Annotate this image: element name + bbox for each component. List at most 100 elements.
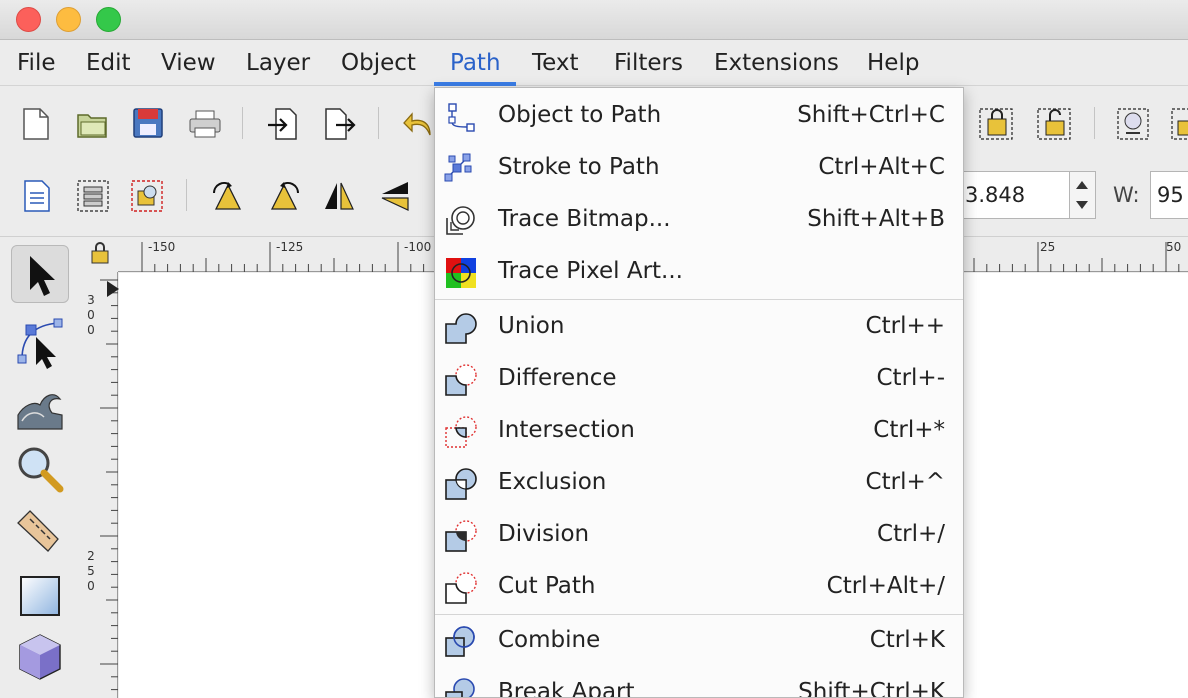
active-menu-indicator — [434, 82, 516, 86]
window-minimize-button[interactable] — [56, 7, 81, 32]
open-folder-icon[interactable] — [76, 109, 110, 139]
menu-item-shortcut: Ctrl+K — [869, 627, 945, 653]
menu-help[interactable]: Help — [867, 50, 919, 76]
object-to-path-icon — [448, 103, 475, 132]
menu-path[interactable]: Path — [450, 50, 501, 76]
select-all-icon[interactable] — [22, 179, 52, 213]
lock-guides-icon[interactable] — [88, 240, 112, 266]
page-corner-marker-icon — [107, 281, 119, 297]
rotate-ccw-icon[interactable] — [210, 179, 246, 213]
width-label: W: — [1113, 183, 1140, 207]
ruler-label: 5 — [87, 564, 95, 578]
object-properties-icon[interactable] — [1116, 107, 1150, 141]
y-coordinate-input[interactable]: 3.848 — [958, 171, 1070, 219]
menu-item-union[interactable]: Union Ctrl++ — [435, 301, 963, 353]
3d-box-tool-icon[interactable] — [14, 633, 66, 683]
menu-item-label: Trace Pixel Art... — [498, 258, 683, 284]
menu-item-difference[interactable]: Difference Ctrl+- — [435, 353, 963, 405]
y-coordinate-spinner[interactable] — [1070, 171, 1096, 219]
menu-item-label: Union — [498, 313, 565, 339]
menu-item-combine[interactable]: Combine Ctrl+K — [435, 615, 963, 667]
rotate-cw-icon[interactable] — [266, 179, 302, 213]
menu-item-trace-bitmap[interactable]: Trace Bitmap... Shift+Alt+B — [435, 194, 963, 246]
menu-object[interactable]: Object — [341, 50, 416, 76]
arrow-pointer-icon — [30, 256, 55, 296]
flip-vertical-icon[interactable] — [378, 179, 412, 213]
undo-icon[interactable] — [402, 109, 434, 139]
union-icon — [445, 313, 477, 344]
intersection-icon — [445, 416, 477, 448]
select-all-layers-icon[interactable] — [76, 179, 110, 213]
width-input[interactable]: 95 — [1150, 171, 1188, 219]
ruler-label: -150 — [148, 240, 176, 254]
menu-edit[interactable]: Edit — [86, 50, 131, 76]
menu-separator — [435, 299, 963, 300]
save-icon[interactable] — [132, 107, 164, 139]
ruler-label: 0 — [87, 308, 95, 322]
menu-item-label: Stroke to Path — [498, 154, 660, 180]
menu-extensions[interactable]: Extensions — [714, 50, 839, 76]
ruler-label: 50 — [1166, 240, 1182, 254]
ruler-label: 25 — [1040, 240, 1056, 254]
trace-pixel-art-icon — [446, 258, 476, 288]
combine-icon — [445, 626, 475, 657]
menu-item-label: Exclusion — [498, 469, 607, 495]
ruler-label: 0 — [87, 323, 95, 337]
measure-tool-icon[interactable] — [14, 507, 66, 557]
stroke-to-path-icon — [444, 153, 472, 182]
toolbar-separator — [378, 107, 379, 139]
node-tool-icon[interactable] — [14, 317, 66, 369]
menu-item-shortcut: Ctrl+Alt+/ — [826, 573, 945, 599]
path-menu-dropdown: Object to Path Shift+Ctrl+C Stroke to Pa… — [434, 87, 964, 698]
ruler-label: 2 — [87, 549, 95, 563]
ruler-label: 3 — [87, 293, 95, 307]
menu-text[interactable]: Text — [532, 50, 579, 76]
menu-item-object-to-path[interactable]: Object to Path Shift+Ctrl+C — [435, 90, 963, 142]
menu-item-shortcut: Ctrl+^ — [865, 469, 945, 495]
deselect-icon[interactable] — [130, 179, 164, 213]
window-titlebar — [0, 0, 1188, 40]
export-icon[interactable] — [322, 107, 356, 141]
zoom-tool-icon[interactable] — [14, 443, 66, 495]
menu-layer[interactable]: Layer — [246, 50, 310, 76]
spinner-arrows-icon — [1076, 181, 1088, 209]
menu-item-shortcut: Ctrl+/ — [877, 521, 945, 547]
menu-item-intersection[interactable]: Intersection Ctrl+* — [435, 405, 963, 457]
toolbar-separator — [1094, 107, 1095, 139]
selector-tool[interactable] — [11, 245, 69, 303]
menu-item-trace-pixel-art[interactable]: Trace Pixel Art... — [435, 246, 963, 298]
window-close-button[interactable] — [16, 7, 41, 32]
ungroup-icon[interactable] — [1036, 107, 1072, 141]
menu-item-stroke-to-path[interactable]: Stroke to Path Ctrl+Alt+C — [435, 142, 963, 194]
trace-bitmap-icon — [446, 206, 475, 235]
window-zoom-button[interactable] — [96, 7, 121, 32]
menu-item-label: Break Apart — [498, 679, 635, 698]
menu-item-shortcut: Shift+Ctrl+C — [797, 102, 945, 128]
new-document-icon[interactable] — [20, 107, 52, 141]
menu-item-exclusion[interactable]: Exclusion Ctrl+^ — [435, 457, 963, 509]
menu-item-shortcut: Ctrl+- — [876, 365, 946, 391]
break-apart-icon — [445, 678, 475, 697]
menu-item-label: Combine — [498, 627, 601, 653]
cut-path-icon — [445, 572, 477, 604]
print-icon[interactable] — [188, 109, 222, 139]
menu-item-shortcut: Shift+Ctrl+K — [798, 679, 945, 698]
tweak-tool-icon[interactable] — [14, 381, 66, 431]
menu-filters[interactable]: Filters — [614, 50, 683, 76]
vertical-ruler: 3 0 0 2 5 0 — [82, 272, 118, 698]
menu-item-label: Division — [498, 521, 590, 547]
menu-file[interactable]: File — [17, 50, 56, 76]
menu-item-break-apart[interactable]: Break Apart Shift+Ctrl+K — [435, 667, 963, 698]
more-tools-icon[interactable] — [1170, 107, 1188, 141]
menu-view[interactable]: View — [161, 50, 216, 76]
menu-item-shortcut: Ctrl+Alt+C — [818, 154, 945, 180]
import-icon[interactable] — [266, 107, 300, 141]
menubar: File Edit View Layer Object Path Text Fi… — [0, 40, 1188, 86]
flip-horizontal-icon[interactable] — [322, 179, 356, 213]
menu-item-division[interactable]: Division Ctrl+/ — [435, 509, 963, 561]
menu-item-shortcut: Ctrl++ — [865, 313, 945, 339]
difference-icon — [445, 364, 477, 396]
group-icon[interactable] — [978, 107, 1014, 141]
menu-item-cut-path[interactable]: Cut Path Ctrl+Alt+/ — [435, 561, 963, 613]
rectangle-tool-icon[interactable] — [16, 573, 64, 619]
